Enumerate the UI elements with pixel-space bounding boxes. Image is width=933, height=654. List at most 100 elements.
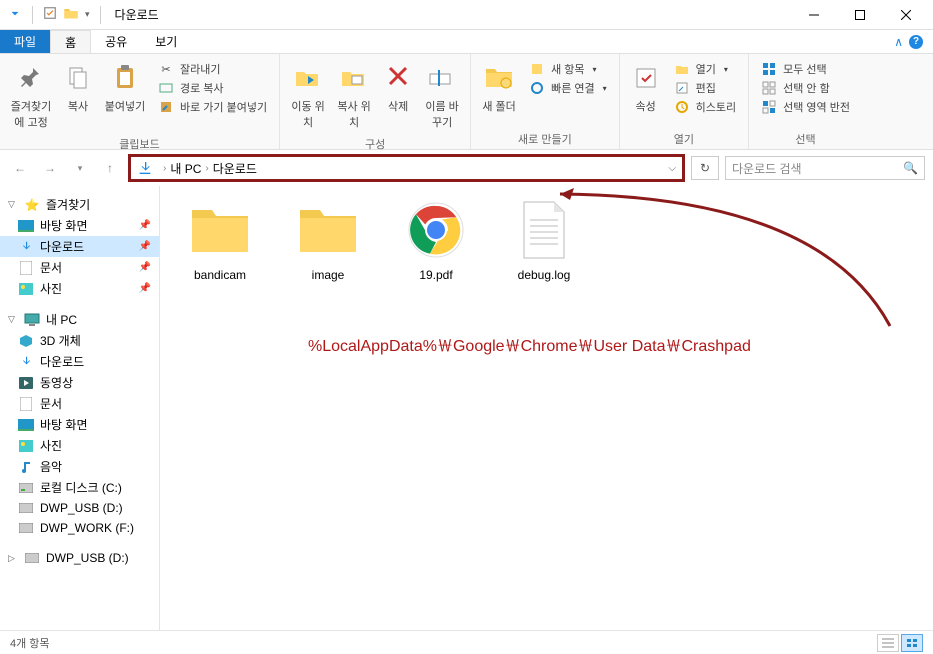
tab-view[interactable]: 보기 — [141, 30, 191, 53]
tree-documents-2[interactable]: 문서 — [0, 393, 159, 414]
tree-dwp-usb[interactable]: DWP_USB (D:) — [0, 498, 159, 518]
downloads-path-icon — [137, 160, 153, 176]
details-view-button[interactable] — [877, 634, 899, 652]
address-dropdown-icon[interactable]: ⌵ — [668, 163, 676, 174]
usb-icon — [18, 520, 34, 536]
ribbon: 즐겨찾기에 고정 복사 붙여넣기 ✂잘라내기 경로 복사 바로 가기 붙여넣기 … — [0, 54, 933, 150]
tree-quick-access[interactable]: ▽⭐즐겨찾기 — [0, 194, 159, 215]
folder-qat-icon[interactable] — [63, 6, 79, 23]
collapse-ribbon-icon[interactable]: ∧ — [894, 35, 903, 49]
copy-to-button[interactable]: 복사 위치 — [332, 58, 376, 134]
help-icon[interactable]: ? — [909, 35, 923, 49]
pin-indicator-icon: 📌 — [139, 262, 151, 273]
pin-to-quickaccess-button[interactable]: 즐겨찾기에 고정 — [6, 58, 56, 134]
downloads-icon — [18, 354, 34, 370]
pictures-icon — [18, 281, 34, 297]
invert-selection-button[interactable]: 선택 영역 반전 — [759, 98, 852, 116]
forward-button[interactable]: → — [38, 156, 62, 180]
tab-file[interactable]: 파일 — [0, 30, 50, 53]
tree-this-pc[interactable]: ▽내 PC — [0, 309, 159, 330]
tree-desktop[interactable]: 바탕 화면📌 — [0, 215, 159, 236]
tree-dwp-usb-2[interactable]: ▷DWP_USB (D:) — [0, 548, 159, 568]
tree-local-disk[interactable]: 로컬 디스크 (C:) — [0, 477, 159, 498]
address-bar[interactable]: › 내 PC › 다운로드 ⌵ — [128, 154, 685, 182]
usb-icon — [18, 500, 34, 516]
easyaccess-icon — [529, 80, 545, 96]
file-list[interactable]: bandicam image 19.pdf — [160, 186, 933, 630]
down-arrow-icon[interactable] — [8, 6, 22, 23]
file-item-image[interactable]: image — [288, 198, 368, 282]
tree-pictures-2[interactable]: 사진 — [0, 435, 159, 456]
chevron-right-icon: › — [163, 163, 166, 174]
pictures-icon — [18, 438, 34, 454]
up-button[interactable]: ↑ — [98, 156, 122, 180]
maximize-button[interactable] — [837, 0, 883, 30]
file-item-debuglog[interactable]: debug.log — [504, 198, 584, 282]
newitem-icon — [529, 61, 545, 77]
search-input[interactable]: 다운로드 검색 🔍 — [725, 156, 925, 180]
tab-share[interactable]: 공유 — [91, 30, 141, 53]
new-item-button[interactable]: 새 항목▾ — [527, 60, 609, 78]
delete-button[interactable]: 삭제 — [378, 58, 418, 118]
tree-downloads-2[interactable]: 다운로드 — [0, 351, 159, 372]
tree-3d-objects[interactable]: 3D 개체 — [0, 330, 159, 351]
open-button[interactable]: 열기▾ — [672, 60, 738, 78]
pin-icon — [15, 62, 47, 94]
new-folder-button[interactable]: 새 폴더 — [477, 58, 521, 118]
tree-downloads[interactable]: 다운로드📌 — [0, 236, 159, 257]
folder-icon — [188, 198, 252, 262]
history-icon — [674, 99, 690, 115]
file-item-bandicam[interactable]: bandicam — [180, 198, 260, 282]
qat-dropdown-icon[interactable]: ▾ — [85, 9, 90, 20]
ribbon-tabs: 파일 홈 공유 보기 ∧ ? — [0, 30, 933, 54]
tree-documents[interactable]: 문서📌 — [0, 257, 159, 278]
tree-dwp-work[interactable]: DWP_WORK (F:) — [0, 518, 159, 538]
copyto-icon — [338, 62, 370, 94]
close-button[interactable] — [883, 0, 929, 30]
ribbon-group-organize: 이동 위치 복사 위치 삭제 이름 바꾸기 구성 — [280, 54, 471, 149]
title-bar: ▾ 다운로드 — [0, 0, 933, 30]
move-to-button[interactable]: 이동 위치 — [286, 58, 330, 134]
open-icon — [674, 61, 690, 77]
music-icon — [18, 459, 34, 475]
chevron-right-icon: › — [205, 163, 208, 174]
ribbon-group-select: 모두 선택 선택 안 함 선택 영역 반전 선택 — [749, 54, 862, 149]
tree-pictures[interactable]: 사진📌 — [0, 278, 159, 299]
select-none-button[interactable]: 선택 안 함 — [759, 79, 852, 97]
paste-button[interactable]: 붙여넣기 — [100, 58, 150, 118]
recent-dropdown[interactable]: ▾ — [68, 156, 92, 180]
navigation-tree[interactable]: ▽⭐즐겨찾기 바탕 화면📌 다운로드📌 문서📌 사진📌 ▽내 PC 3D 개체 … — [0, 186, 160, 630]
tree-desktop-2[interactable]: 바탕 화면 — [0, 414, 159, 435]
copy-button[interactable]: 복사 — [58, 58, 98, 118]
edit-button[interactable]: 편집 — [672, 79, 738, 97]
tab-home[interactable]: 홈 — [50, 30, 91, 53]
breadcrumb-pc[interactable]: 내 PC — [170, 160, 201, 177]
window-title: 다운로드 — [115, 6, 159, 23]
downloads-icon — [18, 239, 34, 255]
selectnone-icon — [761, 80, 777, 96]
status-bar: 4개 항목 — [0, 630, 933, 654]
properties-icon — [630, 62, 662, 94]
easy-access-button[interactable]: 빠른 연결▾ — [527, 79, 609, 97]
history-button[interactable]: 히스토리 — [672, 98, 738, 116]
icons-view-button[interactable] — [901, 634, 923, 652]
ribbon-group-clipboard: 즐겨찾기에 고정 복사 붙여넣기 ✂잘라내기 경로 복사 바로 가기 붙여넣기 … — [0, 54, 280, 149]
pin-indicator-icon: 📌 — [139, 220, 151, 231]
paste-shortcut-button[interactable]: 바로 가기 붙여넣기 — [156, 98, 269, 116]
minimize-button[interactable] — [791, 0, 837, 30]
properties-button[interactable]: 속성 — [626, 58, 666, 118]
checkbox-icon[interactable] — [43, 6, 57, 23]
scissors-icon: ✂ — [158, 61, 174, 77]
refresh-button[interactable]: ↻ — [691, 156, 719, 180]
file-item-19pdf[interactable]: 19.pdf — [396, 198, 476, 282]
tree-music[interactable]: 음악 — [0, 456, 159, 477]
copy-path-button[interactable]: 경로 복사 — [156, 79, 269, 97]
rename-button[interactable]: 이름 바꾸기 — [420, 58, 464, 134]
documents-icon — [18, 260, 34, 276]
usb-icon — [24, 550, 40, 566]
cut-button[interactable]: ✂잘라내기 — [156, 60, 269, 78]
back-button[interactable]: ← — [8, 156, 32, 180]
tree-videos[interactable]: 동영상 — [0, 372, 159, 393]
breadcrumb-downloads[interactable]: 다운로드 — [213, 160, 257, 177]
select-all-button[interactable]: 모두 선택 — [759, 60, 852, 78]
